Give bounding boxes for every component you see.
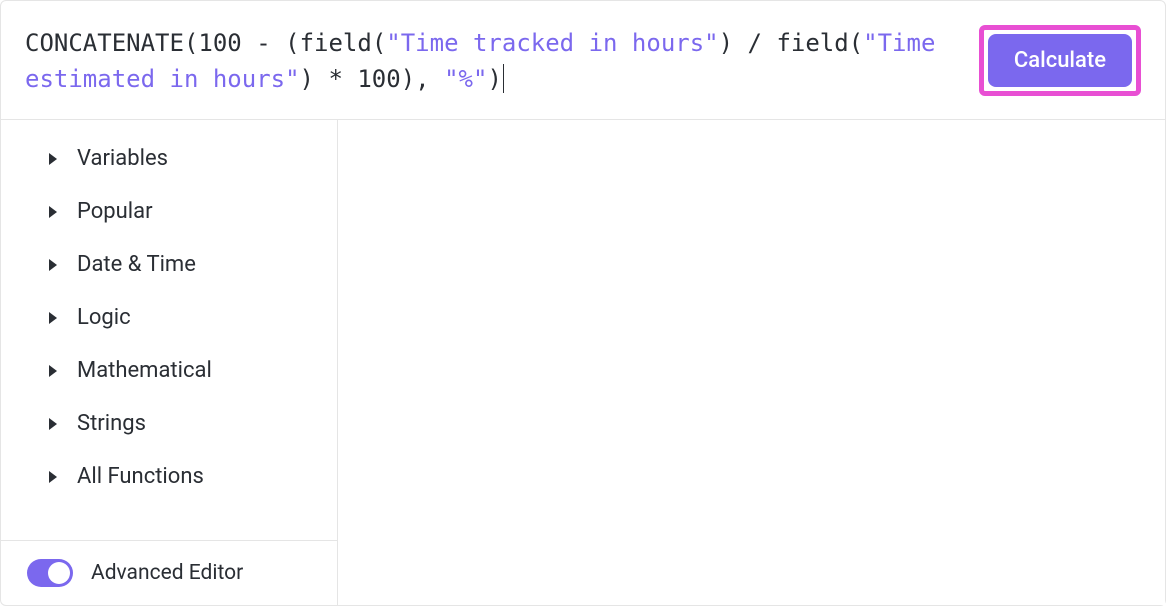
category-label: Date & Time <box>77 252 196 277</box>
formula-bar: CONCATENATE(100 - (field("Time tracked i… <box>1 1 1165 120</box>
category-item-popular[interactable]: Popular <box>1 185 337 238</box>
caret-right-icon <box>49 153 57 165</box>
formula-token-paren: ) <box>401 65 415 93</box>
category-item-strings[interactable]: Strings <box>1 397 337 450</box>
category-label: Logic <box>77 305 131 330</box>
caret-right-icon <box>49 259 57 271</box>
calculate-button[interactable]: Calculate <box>988 34 1132 87</box>
category-item-variables[interactable]: Variables <box>1 132 337 185</box>
formula-token-paren: ) <box>300 65 314 93</box>
caret-right-icon <box>49 471 57 483</box>
formula-token-paren: ( <box>285 29 299 57</box>
highlight-box: Calculate <box>979 25 1141 96</box>
category-item-mathematical[interactable]: Mathematical <box>1 344 337 397</box>
sidebar: Variables Popular Date & Time Logic Mathemat… <box>1 120 338 605</box>
formula-token-num: 100 <box>198 29 241 57</box>
formula-token-paren: ) <box>719 29 733 57</box>
caret-right-icon <box>49 312 57 324</box>
formula-token-paren: ( <box>372 29 386 57</box>
main-area <box>338 120 1165 605</box>
category-item-date-time[interactable]: Date & Time <box>1 238 337 291</box>
toggle-knob <box>48 562 70 584</box>
category-label: Variables <box>77 146 168 171</box>
caret-right-icon <box>49 206 57 218</box>
category-label: Strings <box>77 411 146 436</box>
sidebar-footer: Advanced Editor <box>1 540 337 605</box>
advanced-editor-toggle[interactable] <box>27 559 73 587</box>
category-label: Popular <box>77 199 153 224</box>
formula-token-num: 100 <box>357 65 400 93</box>
formula-token-str: "Time tracked in hours" <box>386 29 718 57</box>
formula-token-fn: field <box>300 29 372 57</box>
formula-token-fn: field <box>776 29 848 57</box>
category-item-logic[interactable]: Logic <box>1 291 337 344</box>
formula-token-paren: ( <box>849 29 863 57</box>
lower-panel: Variables Popular Date & Time Logic Mathemat… <box>1 120 1165 605</box>
caret-right-icon <box>49 365 57 377</box>
formula-token-op: / <box>733 29 776 57</box>
formula-token-str: "%" <box>444 65 487 93</box>
formula-token-fn: CONCATENATE <box>25 29 184 57</box>
text-cursor <box>503 64 505 93</box>
formula-token-op: * <box>314 65 357 93</box>
formula-token-paren: ) <box>487 65 501 93</box>
advanced-editor-label: Advanced Editor <box>91 561 243 585</box>
category-list: Variables Popular Date & Time Logic Mathemat… <box>1 120 337 540</box>
category-label: Mathematical <box>77 358 212 383</box>
category-label: All Functions <box>77 464 204 489</box>
formula-token-op: - <box>242 29 285 57</box>
category-item-all-functions[interactable]: All Functions <box>1 450 337 503</box>
formula-input[interactable]: CONCATENATE(100 - (field("Time tracked i… <box>25 25 963 97</box>
formula-token-op: , <box>415 65 444 93</box>
formula-token-paren: ( <box>184 29 198 57</box>
caret-right-icon <box>49 418 57 430</box>
